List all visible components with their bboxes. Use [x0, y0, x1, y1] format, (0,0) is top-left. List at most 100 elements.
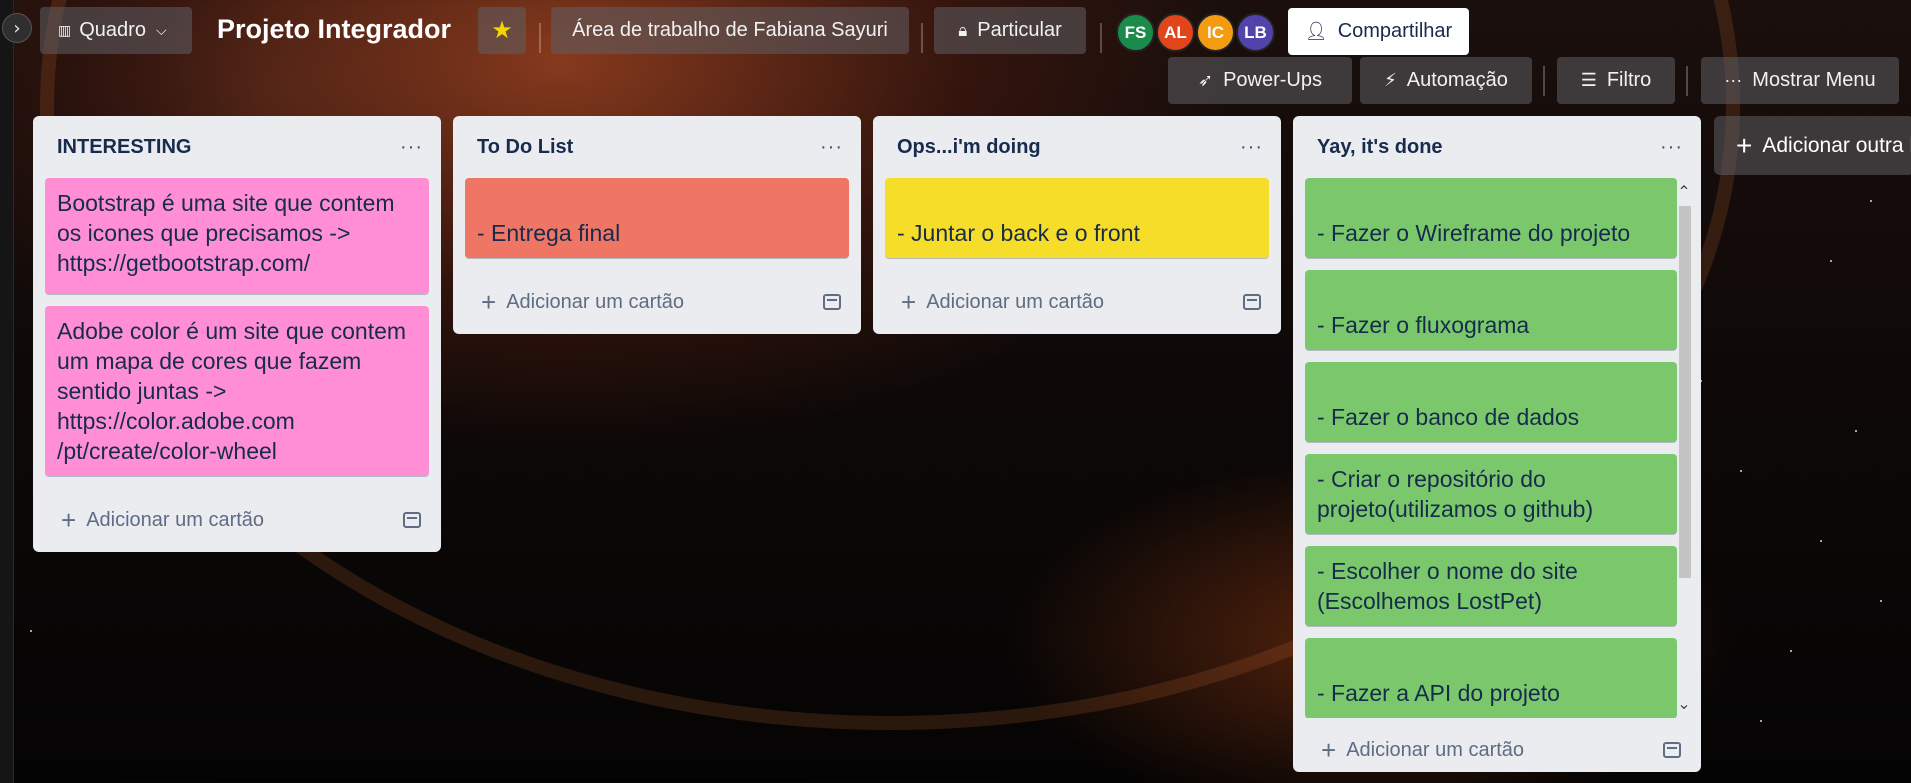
- star-dot: [1760, 720, 1762, 722]
- avatar[interactable]: IC: [1196, 13, 1235, 52]
- sidebar-toggle-button[interactable]: ›: [2, 13, 32, 43]
- left-sidebar: [0, 0, 14, 783]
- star-button[interactable]: ★: [478, 7, 526, 54]
- star-dot: [1880, 600, 1882, 602]
- more-icon: ···: [1724, 70, 1743, 90]
- add-card-button[interactable]: + Adicionar um cartão: [61, 505, 265, 535]
- board-view-icon: ▥: [58, 22, 71, 38]
- list-title[interactable]: INTERESTING: [57, 136, 191, 159]
- list-interesting: INTERESTING ··· Bootstrap é uma site que…: [33, 116, 441, 552]
- card[interactable]: Bootstrap é uma site que contem os icone…: [45, 178, 429, 294]
- plus-icon: +: [901, 287, 917, 317]
- add-card-button[interactable]: + Adicionar um cartão: [901, 287, 1105, 317]
- divider: [1100, 23, 1102, 53]
- scrollbar[interactable]: ⌃ ⌄: [1673, 178, 1697, 718]
- workspace-label: Área de trabalho de Fabiana Sayuri: [572, 19, 888, 41]
- chevron-up-icon[interactable]: ⌃: [1675, 182, 1693, 202]
- star-dot: [30, 630, 32, 632]
- visibility-button[interactable]: 🔒︎ Particular: [934, 7, 1086, 54]
- card[interactable]: - Criar o repositório do projeto(utiliza…: [1305, 454, 1677, 534]
- card[interactable]: - Escolher o nome do site (Escolhemos Lo…: [1305, 546, 1677, 626]
- add-card-row: + Adicionar um cartão: [1293, 718, 1701, 782]
- star-icon: ★: [491, 17, 513, 44]
- divider: [1543, 66, 1545, 96]
- list-header: INTERESTING ···: [33, 116, 441, 178]
- add-card-row: + Adicionar um cartão: [453, 270, 861, 334]
- show-menu-label: Mostrar Menu: [1752, 69, 1876, 91]
- star-dot: [1870, 200, 1872, 202]
- card[interactable]: - Juntar o back e o front: [885, 178, 1269, 258]
- plus-icon: +: [61, 505, 77, 535]
- plus-icon: +: [1736, 129, 1753, 161]
- add-card-row: + Adicionar um cartão: [33, 488, 441, 552]
- card[interactable]: - Fazer o Wireframe do projeto: [1305, 178, 1677, 258]
- workspace-button[interactable]: Área de trabalho de Fabiana Sayuri: [551, 7, 909, 54]
- star-dot: [1855, 430, 1857, 432]
- avatar[interactable]: LB: [1236, 13, 1275, 52]
- card-template-icon[interactable]: [1663, 742, 1681, 758]
- powerups-button[interactable]: ➶ Power-Ups: [1168, 57, 1352, 104]
- divider: [921, 23, 923, 53]
- add-card-button[interactable]: + Adicionar um cartão: [1321, 735, 1525, 765]
- add-list-label: Adicionar outra lista: [1762, 133, 1911, 157]
- lightning-icon: ⚡︎: [1384, 70, 1397, 90]
- list-done: Yay, it's done ··· - Fazer o Wireframe d…: [1293, 116, 1701, 772]
- share-button[interactable]: 👤︎ Compartilhar: [1288, 8, 1469, 55]
- add-card-label: Adicionar um cartão: [1346, 738, 1525, 761]
- card[interactable]: - Entrega final: [465, 178, 849, 258]
- card-template-icon[interactable]: [1243, 294, 1261, 310]
- card[interactable]: - Fazer a API do projeto: [1305, 638, 1677, 718]
- card[interactable]: Adobe color é um site que contem um mapa…: [45, 306, 429, 476]
- add-card-button[interactable]: + Adicionar um cartão: [481, 287, 685, 317]
- view-switcher-button[interactable]: ▥ Quadro ⌵: [40, 7, 192, 54]
- filter-button[interactable]: ☰ Filtro: [1557, 57, 1675, 104]
- chevron-right-icon: ›: [13, 17, 21, 39]
- scroll-thumb[interactable]: [1679, 206, 1691, 578]
- card-template-icon[interactable]: [403, 512, 421, 528]
- list-to-do: To Do List ··· - Entrega final + Adicion…: [453, 116, 861, 334]
- card[interactable]: - Fazer o fluxograma: [1305, 270, 1677, 350]
- list-header: Yay, it's done ···: [1293, 116, 1701, 178]
- list-doing: Ops...i'm doing ··· - Juntar o back e o …: [873, 116, 1281, 334]
- powerups-label: Power-Ups: [1223, 69, 1322, 91]
- chevron-down-icon: ⌵: [155, 22, 167, 38]
- list-header: Ops...i'm doing ···: [873, 116, 1281, 178]
- add-list-button[interactable]: + Adicionar outra lista: [1714, 116, 1911, 175]
- chevron-down-icon[interactable]: ⌄: [1675, 694, 1693, 714]
- filter-icon: ☰: [1580, 70, 1597, 90]
- star-dot: [1790, 650, 1792, 652]
- plus-icon: +: [1321, 735, 1337, 765]
- list-menu-icon[interactable]: ···: [820, 136, 843, 159]
- add-card-label: Adicionar um cartão: [506, 290, 685, 313]
- card-template-icon[interactable]: [823, 294, 841, 310]
- star-dot: [1740, 470, 1742, 472]
- list-title[interactable]: Yay, it's done: [1317, 136, 1443, 159]
- list-title[interactable]: Ops...i'm doing: [897, 136, 1041, 159]
- plus-icon: +: [481, 287, 497, 317]
- show-menu-button[interactable]: ··· Mostrar Menu: [1701, 57, 1899, 104]
- filter-label: Filtro: [1606, 69, 1652, 91]
- add-card-label: Adicionar um cartão: [926, 290, 1105, 313]
- list-menu-icon[interactable]: ···: [400, 136, 423, 159]
- star-dot: [1820, 540, 1822, 542]
- rocket-icon: ➶: [1197, 70, 1214, 90]
- card-scroll-area[interactable]: - Fazer o Wireframe do projeto - Fazer o…: [1293, 178, 1701, 718]
- visibility-label: Particular: [977, 19, 1062, 41]
- board-title[interactable]: Projeto Integrador: [217, 14, 451, 45]
- view-switcher-label: Quadro: [79, 19, 146, 41]
- list-menu-icon[interactable]: ···: [1660, 136, 1683, 159]
- avatar[interactable]: AL: [1156, 13, 1195, 52]
- divider: [1686, 66, 1688, 96]
- list-menu-icon[interactable]: ···: [1240, 136, 1263, 159]
- list-title[interactable]: To Do List: [477, 136, 573, 159]
- list-header: To Do List ···: [453, 116, 861, 178]
- star-dot: [1830, 260, 1832, 262]
- card[interactable]: - Fazer o banco de dados: [1305, 362, 1677, 442]
- automation-button[interactable]: ⚡︎ Automação: [1360, 57, 1532, 104]
- add-card-row: + Adicionar um cartão: [873, 270, 1281, 334]
- automation-label: Automação: [1406, 69, 1508, 91]
- add-card-label: Adicionar um cartão: [86, 508, 265, 531]
- divider: [539, 23, 541, 53]
- add-user-icon: 👤︎: [1304, 21, 1328, 41]
- avatar[interactable]: FS: [1116, 13, 1155, 52]
